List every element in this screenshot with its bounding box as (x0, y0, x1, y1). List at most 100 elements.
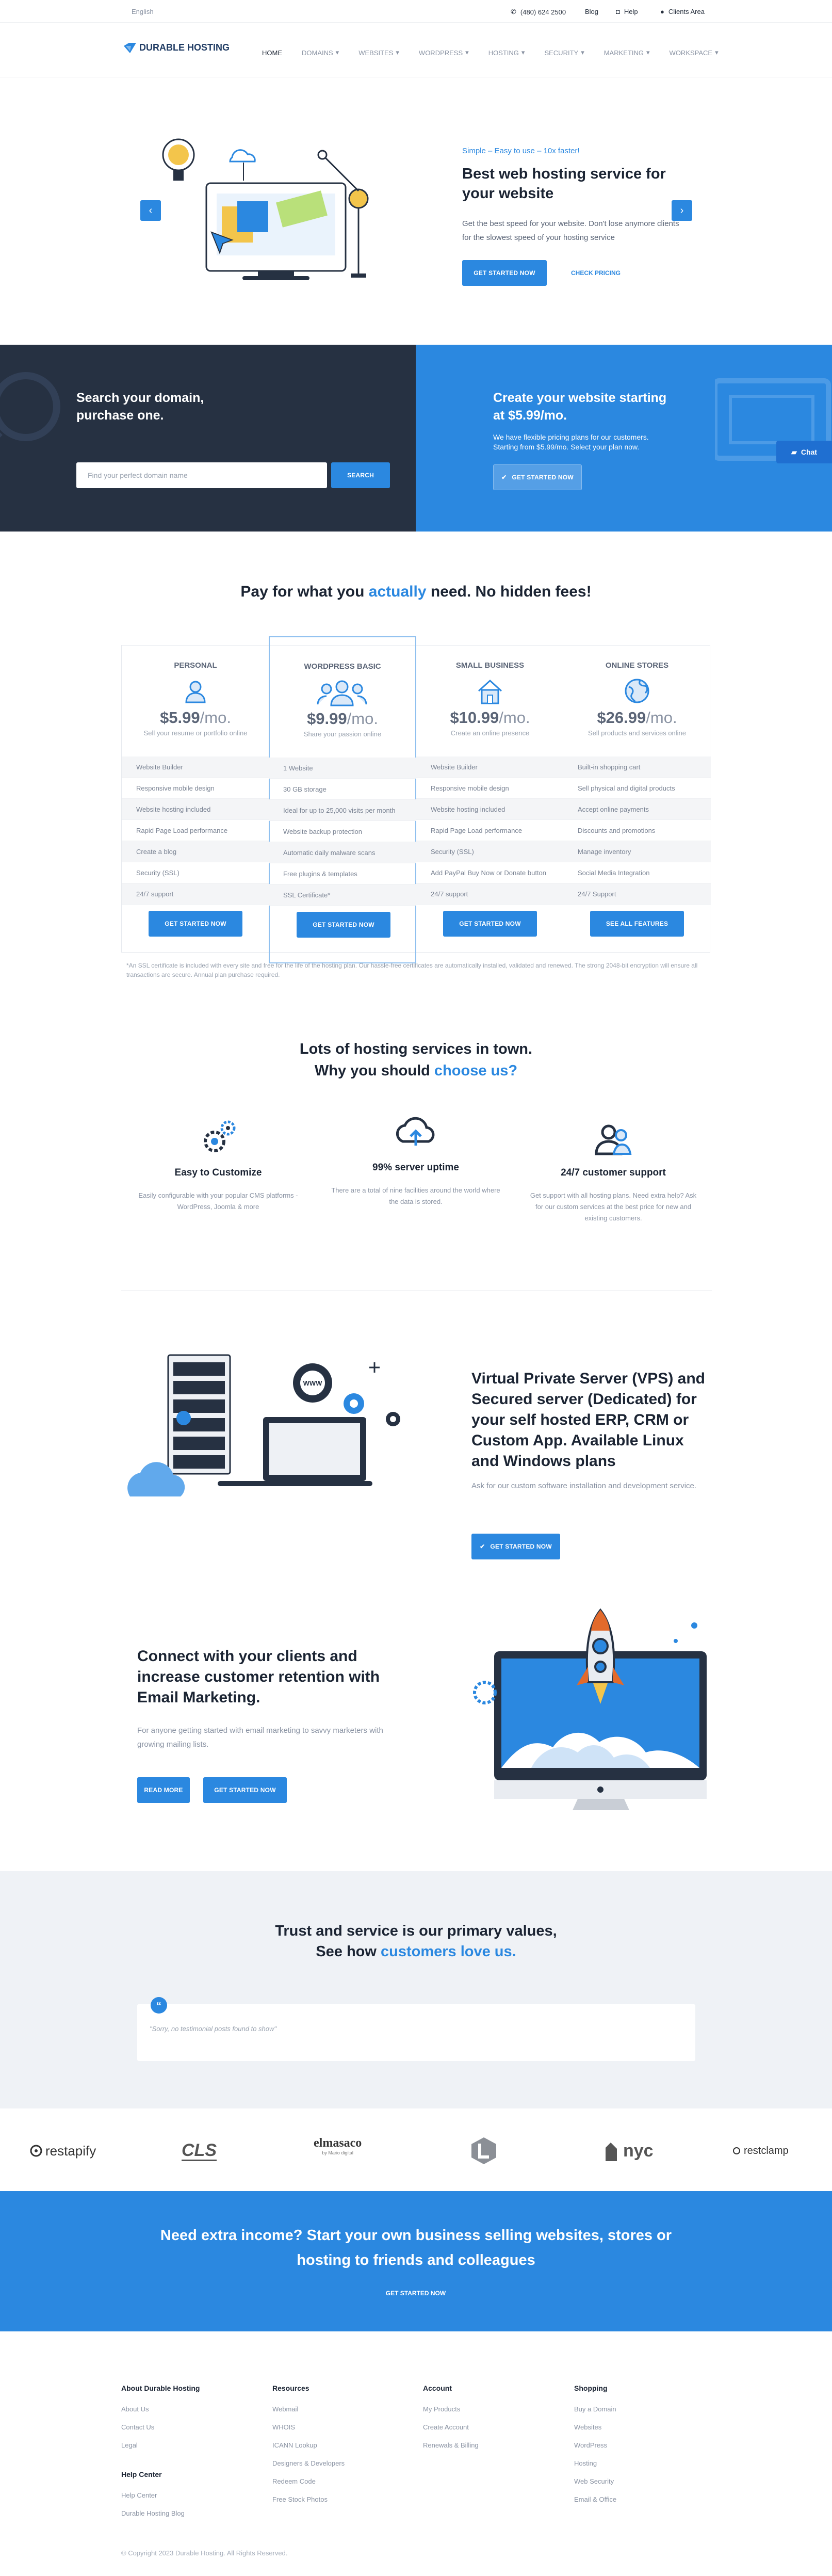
clients-area-link[interactable]: ● Clients Area (660, 8, 705, 15)
cloud-upload-icon (396, 1117, 435, 1146)
pricing-title-pre: Pay for what you (240, 583, 369, 600)
footer-link[interactable]: Websites (574, 2423, 708, 2432)
vps-title: Virtual Private Server (VPS) and Secured… (471, 1370, 705, 1470)
nav-item-wordpress[interactable]: WORDPRESS ▾ (419, 49, 469, 57)
footer-link[interactable]: Redeem Code (272, 2477, 406, 2486)
footer-link[interactable]: Buy a Domain (574, 2405, 708, 2413)
monitor-bg-icon (715, 378, 831, 461)
plan-feature: Website hosting included (416, 799, 564, 820)
cta-get-started-button[interactable]: GET STARTED NOW (369, 2284, 462, 2303)
plan-price-period: /mo. (646, 709, 677, 727)
promo-get-started-button[interactable]: ✔ GET STARTED NOW (493, 464, 582, 490)
why-us-line1: Lots of hosting services in town. (299, 1041, 533, 1057)
nav-item-label: MARKETING (603, 49, 644, 57)
footer-link[interactable]: Web Security (574, 2477, 708, 2486)
footer-link[interactable]: WordPress (574, 2441, 708, 2450)
language-selector[interactable]: English (132, 8, 154, 15)
nav-item-workspace[interactable]: WORKSPACE ▾ (670, 49, 719, 57)
nav-item-hosting[interactable]: HOSTING ▾ (488, 49, 525, 57)
plan-feature: 24/7 support (122, 883, 269, 905)
pricing-title: Pay for what you actually need. No hidde… (0, 583, 832, 601)
support-users-icon (595, 1124, 632, 1155)
footer-link[interactable]: ICANN Lookup (272, 2441, 406, 2450)
footer-link[interactable]: Webmail (272, 2405, 406, 2413)
phone-link[interactable]: ✆ (480) 624 2500 (511, 8, 566, 16)
footer-link[interactable]: About Us (121, 2405, 255, 2413)
vps-illustration: WWW (127, 1354, 400, 1496)
plan-subtitle: Create an online presence (450, 729, 530, 737)
footer-link[interactable]: Email & Office (574, 2495, 708, 2504)
logo-icon (124, 42, 136, 53)
footer-link[interactable]: Designers & Developers (272, 2459, 406, 2468)
footer-link[interactable]: Renewals & Billing (423, 2441, 557, 2450)
house-icon (478, 679, 502, 704)
vps-get-started-button[interactable]: ✔ GET STARTED NOW (471, 1534, 560, 1559)
logo[interactable]: DURABLE HOSTING (124, 42, 230, 53)
plan-features: Website Builder Responsive mobile design… (416, 756, 564, 905)
plan-feature: Discounts and promotions (563, 820, 711, 841)
footer-link[interactable]: Legal (121, 2441, 255, 2450)
pricing-table: PERSONAL $5.99/mo. Sell your resume or p… (121, 636, 711, 963)
check-pricing-link[interactable]: CHECK PRICING (567, 260, 624, 286)
www-label: WWW (303, 1379, 323, 1387)
nav-item-label: WEBSITES (358, 49, 394, 57)
footer-link[interactable]: My Products (423, 2405, 557, 2413)
plan-get-started-button[interactable]: GET STARTED NOW (443, 911, 537, 937)
plan-personal: PERSONAL $5.99/mo. Sell your resume or p… (122, 646, 269, 952)
plan-subtitle: Sell your resume or portfolio online (143, 729, 248, 737)
plan-feature: 24/7 support (416, 883, 564, 905)
footer-link[interactable]: Durable Hosting Blog (121, 2509, 255, 2518)
footer-link[interactable]: Create Account (423, 2423, 557, 2432)
footer-link[interactable]: Hosting (574, 2459, 708, 2468)
nav-item-home[interactable]: HOME (262, 49, 282, 57)
plan-feature: Website Builder (416, 756, 564, 778)
feature-text: Get support with all hosting plans. Need… (530, 1192, 697, 1222)
footer-link[interactable]: Contact Us (121, 2423, 255, 2432)
domain-search-panel: Search your domain, purchase one. Find y… (0, 345, 416, 532)
footer-link[interactable]: WHOIS (272, 2423, 406, 2432)
chat-button[interactable]: ▰ Chat (776, 441, 832, 463)
domain-search-button[interactable]: SEARCH (331, 462, 390, 488)
chevron-down-icon: ▾ (581, 49, 584, 56)
logo-cls: CLS (182, 2136, 217, 2165)
feature-text: Easily configurable with your popular CM… (138, 1192, 298, 1211)
footer-col-resources: Resources Webmail WHOIS ICANN Lookup Des… (272, 2384, 406, 2513)
chat-label: Chat (801, 448, 817, 456)
plan-feature: Manage inventory (563, 841, 711, 862)
domain-search-input[interactable]: Find your perfect domain name (76, 462, 327, 488)
nav-item-domains[interactable]: DOMAINS ▾ (302, 49, 339, 57)
promo-title: Create your website starting at $5.99/mo… (493, 391, 667, 423)
read-more-button[interactable]: READ MORE (137, 1777, 190, 1803)
logo-elmasaco: elmasaco by Mario digital (314, 2136, 362, 2165)
cta-line1: Need extra income? Start your own busine… (160, 2227, 672, 2244)
email-get-started-button[interactable]: GET STARTED NOW (203, 1777, 287, 1803)
footer-link[interactable]: Free Stock Photos (272, 2495, 406, 2504)
plan-subtitle: Share your passion online (303, 730, 382, 738)
copyright: © Copyright 2023 Durable Hosting. All Ri… (121, 2549, 288, 2557)
plan-get-started-button[interactable]: GET STARTED NOW (297, 912, 390, 938)
help-icon: ◘ (616, 8, 620, 15)
see-all-features-button[interactable]: SEE ALL FEATURES (590, 911, 684, 937)
hero-title: Best web hosting service for your websit… (462, 166, 666, 202)
nav-item-marketing[interactable]: MARKETING ▾ (604, 49, 650, 57)
phone-number: (480) 624 2500 (520, 8, 566, 16)
chevron-down-icon: ▾ (715, 49, 719, 56)
nav-item-security[interactable]: SECURITY ▾ (544, 49, 584, 57)
hexagon-logo-icon (471, 2137, 496, 2164)
plan-get-started-button[interactable]: GET STARTED NOW (149, 911, 242, 937)
footer-link[interactable]: Help Center (121, 2491, 255, 2500)
plan-name: PERSONAL (174, 661, 217, 670)
testimonial-empty-text: "Sorry, no testimonial posts found to sh… (150, 2025, 276, 2033)
why-us-line2: Why you should choose us? (0, 1060, 832, 1082)
cta-title: Need extra income? Start your own busine… (0, 2223, 832, 2273)
hero-get-started-button[interactable]: GET STARTED NOW (462, 260, 547, 286)
nav-item-websites[interactable]: WEBSITES ▾ (358, 49, 399, 57)
user-icon (185, 681, 206, 703)
plan-feature: Website hosting included (122, 799, 269, 820)
promo-panel: Create your website starting at $5.99/mo… (416, 345, 832, 532)
help-link[interactable]: ◘ Help (616, 8, 638, 15)
plan-features: Built-in shopping cart Sell physical and… (563, 756, 711, 905)
plan-feature: 24/7 Support (563, 883, 711, 905)
feature-text: There are a total of nine facilities aro… (331, 1186, 500, 1205)
blog-link[interactable]: Blog (585, 8, 598, 15)
